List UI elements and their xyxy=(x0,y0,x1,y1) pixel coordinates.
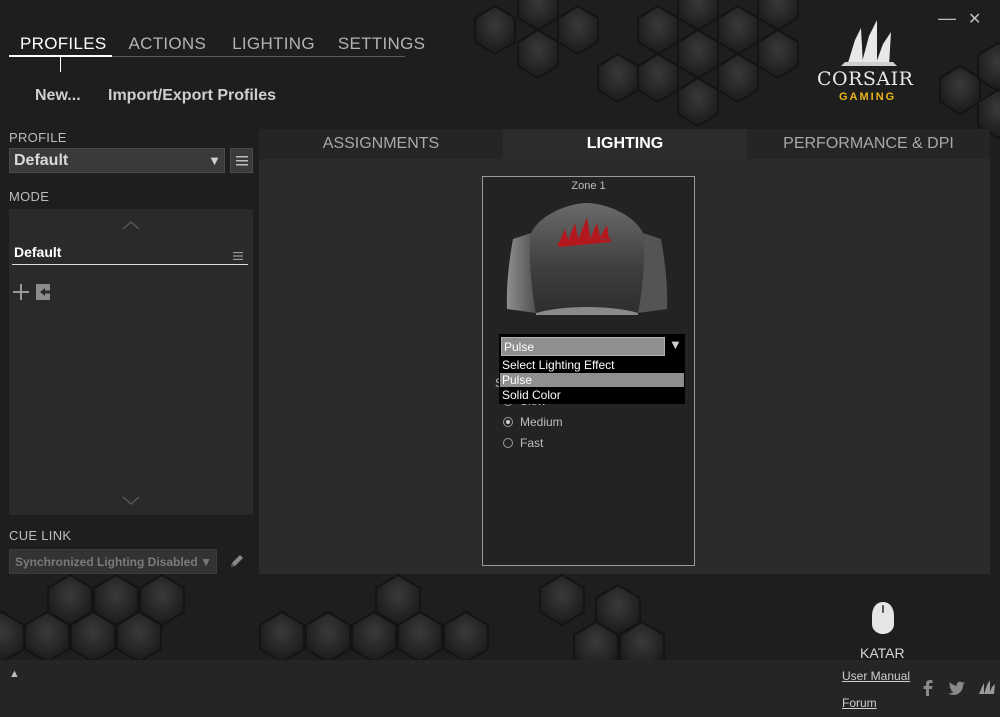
tab-profiles[interactable]: PROFILES xyxy=(20,34,106,54)
main-panel: ASSIGNMENTS LIGHTING PERFORMANCE & DPI Z… xyxy=(259,129,990,574)
user-manual-link[interactable]: User Manual xyxy=(842,669,910,683)
corsair-sails-icon xyxy=(841,20,897,66)
active-tab-pointer xyxy=(60,57,61,72)
profile-menu-button[interactable] xyxy=(230,148,253,173)
menu-icon xyxy=(235,155,248,165)
tab-lighting-main[interactable]: LIGHTING xyxy=(503,129,747,159)
corsair-logo: CORSAIR GAMING xyxy=(814,18,924,108)
profile-select-value: Default xyxy=(14,152,69,169)
effect-select-value: Pulse xyxy=(504,340,535,354)
profile-select[interactable]: Default ▼ xyxy=(9,148,225,173)
scroll-down-icon[interactable] xyxy=(122,493,140,511)
device-name: KATAR xyxy=(860,645,905,661)
zone-title: Zone 1 xyxy=(571,180,606,192)
effect-dropdown[interactable]: Pulse ▼ Select Lighting Effect Pulse Sol… xyxy=(499,334,685,404)
effect-select-field[interactable]: Pulse xyxy=(501,337,665,356)
mouse-preview xyxy=(506,203,668,315)
speed-option-medium-label: Medium xyxy=(520,415,563,429)
twitter-icon[interactable] xyxy=(948,681,966,700)
tab-settings[interactable]: SETTINGS xyxy=(338,34,425,54)
radio-fast[interactable] xyxy=(503,438,513,448)
close-button[interactable]: ✕ xyxy=(968,9,981,29)
speed-option-fast[interactable]: Fast xyxy=(503,436,543,450)
footer-bar: ▲ User Manual Forum xyxy=(0,660,1000,717)
import-export-button[interactable]: Import/Export Profiles xyxy=(108,87,276,105)
effect-option-solid-color[interactable]: Solid Color xyxy=(502,388,684,402)
facebook-icon[interactable] xyxy=(923,680,933,701)
tab-actions[interactable]: ACTIONS xyxy=(128,34,206,54)
effect-option-pulse[interactable]: Pulse xyxy=(500,373,684,387)
mode-item-underline xyxy=(12,264,248,265)
tab-performance-dpi[interactable]: PERFORMANCE & DPI xyxy=(747,129,990,159)
chevron-down-icon[interactable]: ▼ xyxy=(669,337,682,352)
profile-label: PROFILE xyxy=(9,130,67,145)
import-icon[interactable] xyxy=(35,283,53,306)
new-profile-button[interactable]: New... xyxy=(35,87,81,105)
tab-lighting[interactable]: LIGHTING xyxy=(232,34,315,54)
mode-item-menu-icon[interactable] xyxy=(233,247,243,265)
scroll-up-icon[interactable] xyxy=(122,217,140,235)
mode-item-default[interactable]: Default xyxy=(14,244,61,260)
top-nav: PROFILES ACTIONS LIGHTING SETTINGS xyxy=(20,34,425,54)
cue-link-select-value: Synchronized Lighting Disabled xyxy=(15,555,198,569)
expand-icon[interactable]: ▲ xyxy=(9,668,20,680)
radio-medium[interactable] xyxy=(503,417,513,427)
brand-name: CORSAIR xyxy=(817,68,914,90)
chevron-down-icon: ▼ xyxy=(200,555,212,569)
forum-link[interactable]: Forum xyxy=(842,696,877,710)
zone-box: Zone 1 Medium Fast Pulse ▼ Select Lighti… xyxy=(482,176,695,566)
mouse-device-icon[interactable] xyxy=(870,601,896,640)
mode-panel: Default xyxy=(9,209,253,515)
effect-option-placeholder[interactable]: Select Lighting Effect xyxy=(502,358,684,372)
brand-tagline: GAMING xyxy=(839,91,897,103)
tab-assignments[interactable]: ASSIGNMENTS xyxy=(259,129,503,159)
minimize-button[interactable]: — xyxy=(938,8,956,29)
cue-link-select[interactable]: Synchronized Lighting Disabled ▼ xyxy=(9,549,217,574)
chevron-down-icon: ▼ xyxy=(208,153,221,168)
add-icon[interactable] xyxy=(12,283,30,306)
pencil-icon[interactable] xyxy=(228,552,246,575)
corsair-sails-icon[interactable] xyxy=(977,679,997,700)
cue-link-label: CUE LINK xyxy=(9,528,72,543)
speed-option-medium[interactable]: Medium xyxy=(503,415,563,429)
speed-option-fast-label: Fast xyxy=(520,436,544,450)
mode-label: MODE xyxy=(9,189,50,204)
